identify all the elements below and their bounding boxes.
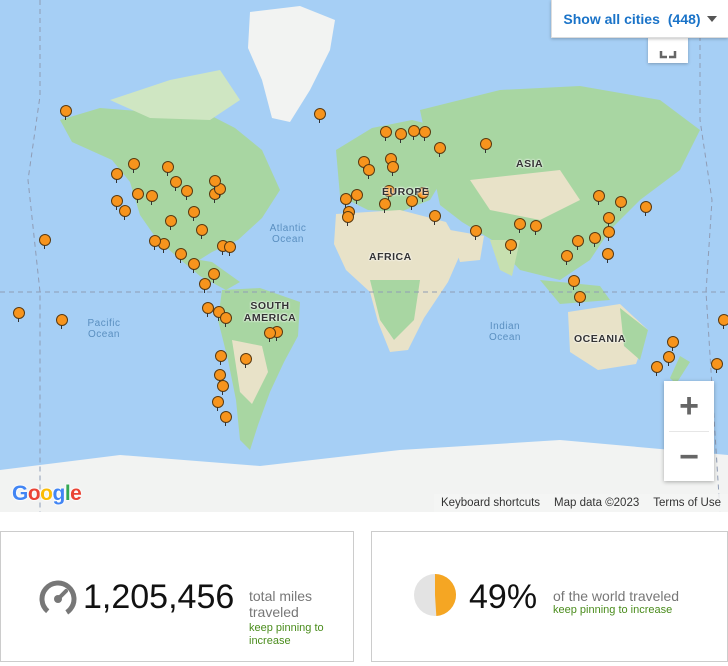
city-pin[interactable]	[220, 410, 233, 426]
city-pin[interactable]	[131, 187, 144, 203]
city-pin[interactable]	[223, 240, 236, 256]
world-value: 49%	[469, 578, 538, 616]
city-count: (448)	[667, 10, 701, 27]
show-all-cities-dropdown[interactable]: Show all cities (448)	[551, 0, 728, 38]
speedometer-icon	[39, 580, 77, 618]
continent-label-south-america: SOUTH AMERICA	[243, 300, 297, 324]
world-percent-pie	[414, 574, 457, 616]
city-pin[interactable]	[187, 205, 200, 221]
city-pin[interactable]	[169, 176, 182, 192]
terms-of-use-link[interactable]: Terms of Use	[646, 497, 728, 509]
city-pin[interactable]	[561, 249, 573, 265]
city-pin[interactable]	[313, 107, 326, 123]
miles-traveled-card: 1,205,456 total miles traveled keep pinn…	[0, 531, 354, 662]
city-pin[interactable]	[394, 128, 407, 144]
world-map[interactable]: ASIA AFRICA SOUTH AMERICA EUROPE OCEANIA…	[0, 0, 728, 512]
city-pin[interactable]	[215, 349, 228, 365]
continent-label-oceania: OCEANIA	[574, 333, 626, 345]
miles-value: 1,205,456	[83, 578, 235, 616]
city-pin[interactable]	[650, 360, 663, 376]
fullscreen-button[interactable]	[648, 37, 688, 63]
continent-label-africa: AFRICA	[369, 251, 412, 263]
world-label: of the world traveled	[553, 588, 680, 604]
ocean-label-pacific: Pacific Ocean	[87, 318, 121, 340]
city-pin[interactable]	[717, 314, 728, 330]
world-traveled-card: 49% of the world traveled keep pinning t…	[371, 531, 728, 662]
city-pin[interactable]	[573, 290, 586, 306]
ocean-label-indian: Indian Ocean	[489, 321, 521, 343]
city-pin[interactable]	[341, 210, 354, 226]
miles-hint: keep pinning to increase	[249, 622, 324, 647]
city-pin[interactable]	[433, 141, 446, 157]
city-pin[interactable]	[387, 160, 400, 176]
map-data-text: Map data ©2023	[554, 497, 640, 509]
city-pin[interactable]	[614, 195, 627, 211]
city-pin[interactable]	[530, 219, 543, 235]
city-pin[interactable]	[263, 326, 276, 342]
city-pin[interactable]	[505, 238, 518, 254]
city-pin[interactable]	[593, 189, 606, 205]
city-pin[interactable]	[378, 197, 391, 213]
city-pin[interactable]	[127, 157, 140, 173]
zoom-out-button[interactable]: −	[664, 432, 714, 482]
city-pin[interactable]	[240, 352, 253, 368]
city-pin[interactable]	[640, 200, 653, 216]
city-pin[interactable]	[195, 224, 208, 240]
continent-label-europe: EUROPE	[382, 186, 430, 198]
city-pin[interactable]	[513, 217, 526, 233]
keyboard-shortcuts-link[interactable]: Keyboard shortcuts	[434, 497, 547, 509]
city-pin[interactable]	[211, 395, 224, 411]
city-pin[interactable]	[379, 125, 392, 141]
city-pin[interactable]	[567, 275, 580, 291]
google-logo[interactable]: Google	[12, 482, 82, 506]
map-attribution: Keyboard shortcuts Map data ©2023 Terms …	[433, 494, 728, 512]
city-pin[interactable]	[571, 234, 584, 250]
zoom-control: + −	[664, 381, 714, 481]
city-pin[interactable]	[339, 193, 352, 209]
city-pin[interactable]	[55, 313, 68, 329]
map-landmass	[0, 0, 728, 512]
continent-label-asia: ASIA	[516, 158, 544, 170]
world-hint: keep pinning to increase	[553, 604, 673, 616]
city-pin[interactable]	[188, 257, 201, 273]
city-pin[interactable]	[588, 231, 601, 247]
city-pin[interactable]	[216, 380, 229, 395]
city-pin[interactable]	[603, 211, 616, 227]
city-pin[interactable]	[350, 188, 363, 204]
pie-traveled-slice	[435, 574, 457, 616]
ocean-label-atlantic: Atlantic Ocean	[269, 223, 307, 245]
caret-down-icon	[706, 15, 717, 22]
fullscreen-icon	[659, 51, 677, 59]
city-pin[interactable]	[469, 225, 482, 241]
miles-label: total miles traveled	[249, 588, 313, 620]
city-pin[interactable]	[667, 335, 680, 351]
zoom-in-button[interactable]: +	[664, 381, 714, 431]
city-pin[interactable]	[181, 184, 194, 200]
city-pin[interactable]	[209, 174, 222, 190]
show-all-label: Show all cities	[563, 10, 660, 27]
city-pin[interactable]	[59, 104, 72, 120]
